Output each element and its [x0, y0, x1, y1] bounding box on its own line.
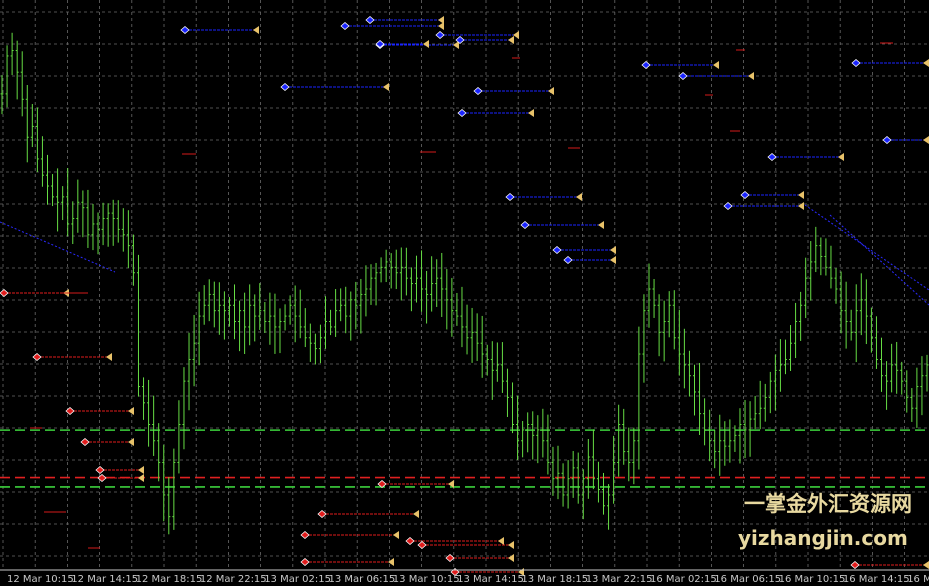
watermark-chinese: 一掌金外汇资源网 — [744, 492, 912, 516]
x-tick-label: 12 Mar 18:15 — [136, 574, 203, 585]
x-tick-label: 13 Mar 18:15 — [521, 574, 588, 585]
x-tick-label: 16 Mar 10:15 — [779, 574, 846, 585]
x-tick-label: 16 Mar 14:15 — [843, 574, 910, 585]
x-tick-label: 12 Mar 14:15 — [71, 574, 138, 585]
x-tick-label: 12 Mar 10:15 — [7, 574, 74, 585]
x-tick-label: 13 Mar 10:15 — [393, 574, 460, 585]
x-tick-label: 13 Mar 14:15 — [457, 574, 524, 585]
watermark-url: yizhangjin.com — [738, 526, 908, 550]
x-tick-label: 16 Mar 02:15 — [650, 574, 717, 585]
x-tick-label: 16 Mar 06:15 — [714, 574, 781, 585]
x-tick-label: 13 Mar 22:15 — [586, 574, 653, 585]
x-tick-label: 13 Mar 02:15 — [264, 574, 331, 585]
price-chart: 12 Mar 10:1512 Mar 14:1512 Mar 18:1512 M… — [0, 0, 929, 586]
x-tick-label: 12 Mar 22:15 — [200, 574, 267, 585]
x-tick-label: 13 Mar 06:15 — [329, 574, 396, 585]
x-tick-label: 16 Ma — [907, 574, 929, 585]
